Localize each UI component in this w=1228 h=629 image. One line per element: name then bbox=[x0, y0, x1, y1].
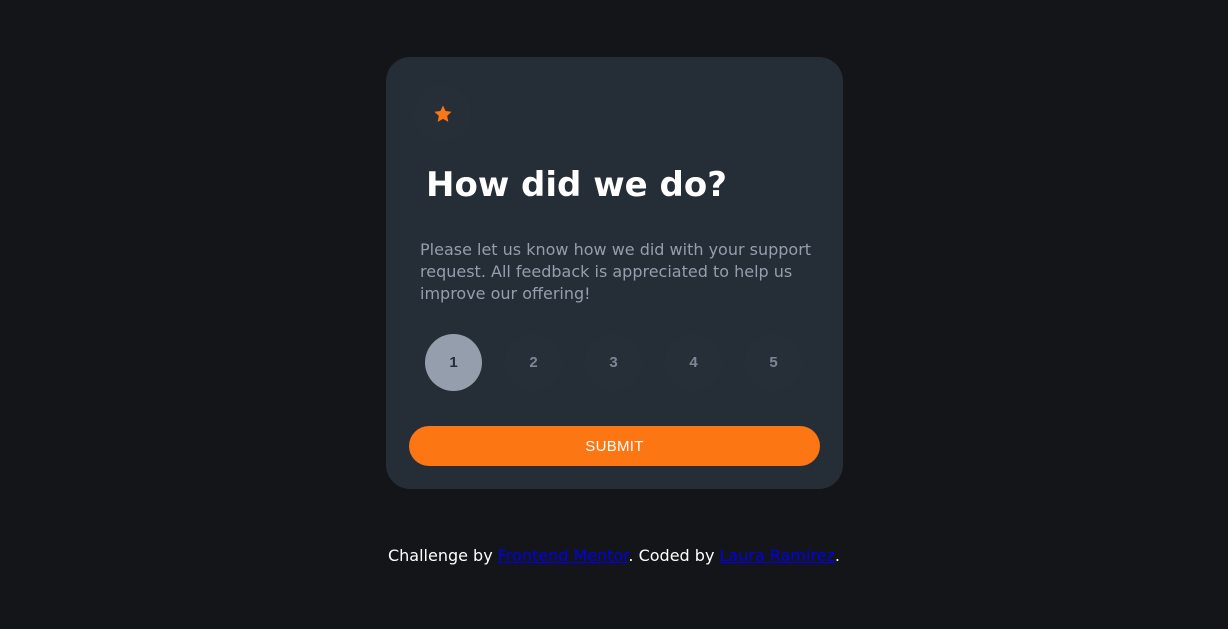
rating-options: 1 2 3 4 5 bbox=[425, 334, 803, 391]
card-title: How did we do? bbox=[426, 165, 727, 205]
attribution: Challenge by Frontend Mentor. Coded by L… bbox=[0, 545, 1228, 567]
rating-card: How did we do? Please let us know how we… bbox=[386, 57, 843, 489]
star-icon bbox=[433, 105, 452, 122]
attribution-suffix: . bbox=[834, 546, 841, 565]
rating-option-2[interactable]: 2 bbox=[505, 334, 562, 391]
rating-option-3[interactable]: 3 bbox=[585, 334, 642, 391]
rating-option-5[interactable]: 5 bbox=[745, 334, 802, 391]
attribution-middle: . Coded by bbox=[628, 546, 720, 565]
star-badge bbox=[414, 85, 471, 142]
frontend-mentor-link[interactable]: Frontend Mentor bbox=[498, 546, 629, 565]
rating-option-1[interactable]: 1 bbox=[425, 334, 482, 391]
card-description: Please let us know how we did with your … bbox=[420, 240, 812, 303]
author-link[interactable]: Laura Ramírez bbox=[720, 546, 835, 565]
submit-button[interactable]: SUBMIT bbox=[409, 426, 820, 466]
attribution-prefix: Challenge by bbox=[387, 546, 498, 565]
rating-option-4[interactable]: 4 bbox=[665, 334, 722, 391]
